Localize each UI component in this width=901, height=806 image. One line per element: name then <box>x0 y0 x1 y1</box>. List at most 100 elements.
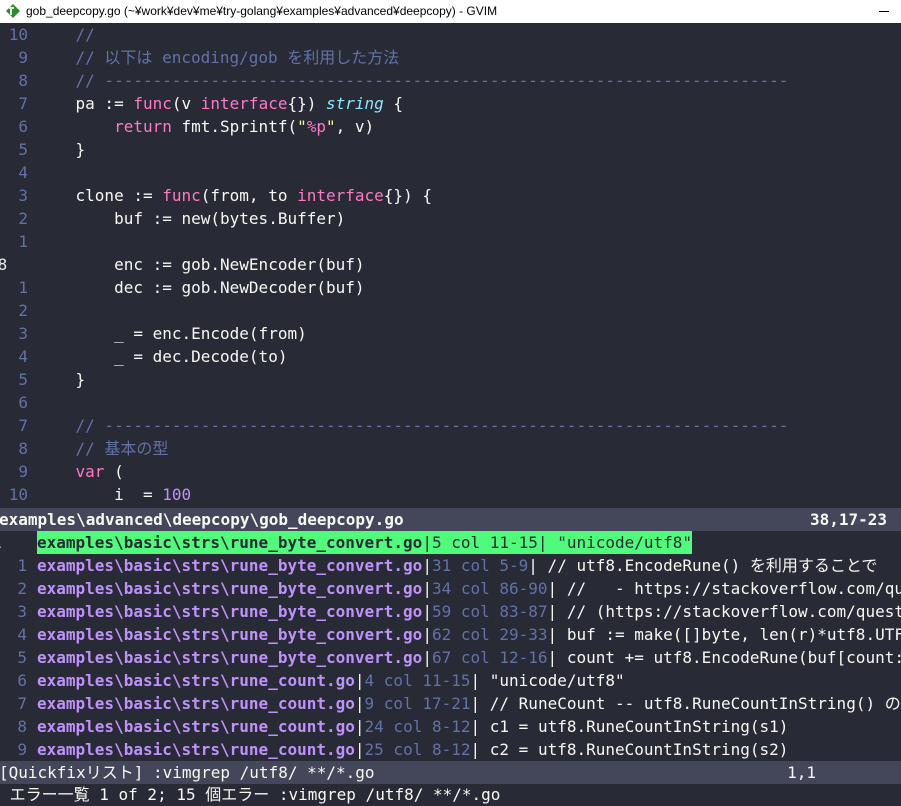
separator: | <box>528 556 538 575</box>
line-number: 1 <box>18 278 28 297</box>
quickfix-item-location: 4 col 11-15 <box>364 671 471 690</box>
token-typ: string <box>326 94 384 113</box>
code-line[interactable]: 6 return fmt.Sprintf("%p", v) <box>0 115 901 138</box>
quickfix-item[interactable]: 2 examples\basic\strs\rune_byte_convert.g… <box>0 577 901 600</box>
quickfix-list[interactable]: 1 examples\basic\strs\rune_byte_convert.g… <box>0 531 901 761</box>
quickfix-item[interactable]: 3 examples\basic\strs\rune_byte_convert.g… <box>0 600 901 623</box>
quickfix-statusline[interactable]: [Quickfixリスト] :vimgrep /utf8/ **/*.go 1,… <box>0 761 901 784</box>
code-line[interactable]: 5 } <box>0 138 901 161</box>
token-kw: interface <box>200 94 288 113</box>
token: {}) { <box>383 186 432 205</box>
token: _ = dec.Decode(to) <box>37 347 288 366</box>
code-text: var ( <box>37 460 124 483</box>
quickfix-item-number: 5 <box>17 648 27 667</box>
code-line[interactable]: 1 dec := gob.NewDecoder(buf) <box>0 276 901 299</box>
code-line[interactable]: 9 var ( <box>0 460 901 483</box>
quickfix-item[interactable]: 4 examples\basic\strs\rune_byte_convert.g… <box>0 623 901 646</box>
quickfix-item-location: 9 col 17-21 <box>364 694 471 713</box>
quickfix-item-location: 34 col 86-90 <box>431 579 548 598</box>
code-text: // -------------------------------------… <box>37 414 789 437</box>
quickfix-item[interactable]: 1 examples\basic\strs\rune_byte_convert.g… <box>0 554 901 577</box>
quickfix-item[interactable]: 5 examples\basic\strs\rune_byte_convert.g… <box>0 646 901 669</box>
token: _ = enc.Encode(from) <box>37 324 307 343</box>
quickfix-item-number: 3 <box>17 602 27 621</box>
quickfix-item[interactable]: 1 examples\basic\strs\rune_byte_convert.g… <box>0 531 901 554</box>
quickfix-item-number: 8 <box>17 717 27 736</box>
code-line[interactable]: 9 // 以下は encoding/gob を利用した方法 <box>0 46 901 69</box>
quickfix-item-text: // utf8.EncodeRune() を利用することで <box>537 556 878 575</box>
separator: | <box>422 602 432 621</box>
separator: | <box>547 602 558 621</box>
line-number: 7 <box>18 416 28 435</box>
separator: | <box>547 625 558 644</box>
code-line[interactable]: 3 _ = enc.Encode(from) <box>0 322 901 345</box>
quickfix-item-content: examples\basic\strs\rune_count.go|4 col … <box>37 669 625 692</box>
code-line[interactable]: 6 <box>0 391 901 414</box>
quickfix-item-file: examples\basic\strs\rune_byte_convert.go <box>37 579 423 598</box>
code-line[interactable]: 5 } <box>0 368 901 391</box>
code-line[interactable]: 8 // 基本の型 <box>0 437 901 460</box>
code-text: } <box>37 368 86 391</box>
code-line[interactable]: 2 buf := new(bytes.Buffer) <box>0 207 901 230</box>
code-line[interactable]: 10 i = 100 <box>0 483 901 506</box>
separator: | <box>537 533 548 552</box>
code-line[interactable]: 8 // -----------------------------------… <box>0 69 901 92</box>
quickfix-item-content: examples\basic\strs\rune_byte_convert.go… <box>37 577 901 600</box>
quickfix-item[interactable]: 9 examples\basic\strs\rune_count.go|25 co… <box>0 738 901 761</box>
editor-statusline[interactable]: examples\advanced\deepcopy\gob_deepcopy.… <box>0 508 901 531</box>
token-com: // -------------------------------------… <box>75 416 789 435</box>
token-kw: var <box>75 462 105 481</box>
quickfix-item[interactable]: 6 examples\basic\strs\rune_count.go|4 col… <box>0 669 901 692</box>
line-number: 38 <box>0 255 8 274</box>
quickfix-item-location: 25 col 8-12 <box>364 740 471 759</box>
code-text: // 以下は encoding/gob を利用した方法 <box>37 46 400 69</box>
line-number: 2 <box>18 301 28 320</box>
quickfix-item[interactable]: 7 examples\basic\strs\rune_count.go|9 col… <box>0 692 901 715</box>
quickfix-item-content: examples\basic\strs\rune_count.go|24 col… <box>37 715 788 738</box>
separator: | <box>470 740 481 759</box>
code-line[interactable]: 7 pa := func(v interface{}) string { <box>0 92 901 115</box>
token-com: // 基本の型 <box>75 439 169 458</box>
statusline-cursor-position: 38,17-23 <box>809 510 887 529</box>
quickfix-item-number: 9 <box>17 740 27 759</box>
separator: | <box>470 694 481 713</box>
line-number: 7 <box>18 94 28 113</box>
token: (v <box>171 94 201 113</box>
quickfix-item-text: c2 = utf8.RuneCountInString(s2) <box>480 740 789 759</box>
code-line[interactable]: 38 enc := gob.NewEncoder(buf) <box>0 253 901 276</box>
quickfix-cursor-position: 1,1 <box>787 763 816 782</box>
quickfix-item-content: examples\basic\strs\rune_count.go|25 col… <box>37 738 788 761</box>
token-com: // -------------------------------------… <box>75 71 789 90</box>
editor-pane[interactable]: 10 //9 // 以下は encoding/gob を利用した方法 8 // -… <box>0 23 901 508</box>
quickfix-item-text: "unicode/utf8" <box>547 533 693 552</box>
token-num: 100 <box>162 485 192 504</box>
line-number: 3 <box>18 186 28 205</box>
code-line[interactable]: 7 // -----------------------------------… <box>0 414 901 437</box>
code-text: enc := gob.NewEncoder(buf) <box>37 253 364 276</box>
code-line[interactable]: 10 // <box>0 23 901 46</box>
line-number: 9 <box>18 462 28 481</box>
code-line[interactable]: 4 <box>0 161 901 184</box>
line-number: 1 <box>18 232 28 251</box>
token-esc: %p <box>306 117 326 136</box>
quickfix-item-location: 62 col 29-33 <box>431 625 548 644</box>
code-line[interactable]: 1 <box>0 230 901 253</box>
quickfix-item-number: 1 <box>0 531 19 554</box>
separator: | <box>422 533 432 552</box>
token: } <box>37 370 86 389</box>
command-line[interactable]: エラー一覧 1 of 2; 15 個エラー :vimgrep /utf8/ **… <box>0 784 901 806</box>
code-text: } <box>37 138 86 161</box>
token-kw: func <box>162 186 201 205</box>
separator: | <box>354 740 365 759</box>
quickfix-item-location: 67 col 12-16 <box>431 648 548 667</box>
code-line[interactable]: 3 clone := func(from, to interface{}) { <box>0 184 901 207</box>
code-text: // -------------------------------------… <box>37 69 789 92</box>
window-titlebar[interactable]: gob_deepcopy.go (~¥work¥dev¥me¥try-golan… <box>0 0 901 23</box>
quickfix-item[interactable]: 8 examples\basic\strs\rune_count.go|24 co… <box>0 715 901 738</box>
code-line[interactable]: 4 _ = dec.Decode(to) <box>0 345 901 368</box>
code-text: pa := func(v interface{}) string { <box>37 92 404 115</box>
minimize-button[interactable] <box>867 0 901 23</box>
gvim-icon <box>6 4 20 18</box>
code-line[interactable]: 2 <box>0 299 901 322</box>
